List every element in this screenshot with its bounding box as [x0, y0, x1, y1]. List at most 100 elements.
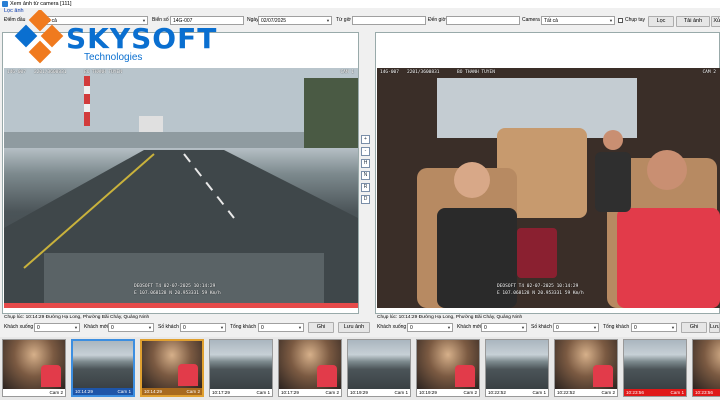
thumbnail-road-image — [73, 341, 133, 388]
thumbnail-cam: Cam 2 — [186, 389, 200, 394]
thumbnail-passenger — [41, 365, 61, 387]
thumbnail-time: 10:17:29 — [212, 390, 230, 395]
left-camera-image[interactable]: 14G-007 2201/3600831 BO THANH TUYEN CAM … — [4, 68, 358, 308]
thumbnail-time: 10:19:29 — [350, 390, 368, 395]
new-passengers-label: Khách mới — [84, 324, 109, 330]
thumbnail-interior-image — [417, 340, 479, 389]
thumbnail-strip: Cam 2 10:14:29 Cam 1 10:14:29 Cam 2 10:17:29 C… — [0, 337, 720, 400]
thumbnail-item[interactable]: 10:19:29 Cam 1 — [347, 339, 411, 397]
save-image-button[interactable]: Lưu ảnh — [338, 322, 370, 333]
side-button-n[interactable]: N — [361, 171, 370, 180]
thumbnail-item[interactable]: Cam 2 — [2, 339, 66, 397]
total-passengers-select[interactable]: 0 — [631, 323, 677, 332]
osd-cam: CAM 1 — [340, 70, 354, 75]
save-count-button[interactable]: Ghi — [681, 322, 707, 333]
thumbnail-item[interactable]: 10:17:29 Cam 2 — [278, 339, 342, 397]
total-passengers-label: Tổng khách — [603, 324, 630, 330]
thumbnail-cam: Cam 1 — [256, 390, 270, 395]
thumbnail-caption: 10:17:29 Cam 2 — [279, 389, 341, 396]
alarm-band — [4, 303, 358, 308]
side-button-h[interactable]: H — [361, 159, 370, 168]
thumbnail-time: 10:22:52 — [557, 390, 575, 395]
right-camera-image[interactable]: 14G-007 2201/3600831 BO THANH TUYEN CAM … — [377, 68, 720, 308]
thumbnail-time: 10:19:29 — [419, 390, 437, 395]
new-passengers-select[interactable]: 0 — [108, 323, 154, 332]
thumbnail-time: 10:14:29 — [144, 389, 162, 394]
thumbnail-item[interactable]: 10:23:56Cam 2 — [692, 339, 720, 397]
total-passengers-label: Tổng khách — [230, 324, 257, 330]
thumbnail-cam: Cam 1 — [670, 390, 684, 395]
manual-capture-checkbox[interactable] — [618, 18, 623, 23]
thumbnail-caption: 10:19:29 Cam 1 — [348, 389, 410, 396]
osd-id: 2201/3600831 — [34, 70, 67, 75]
osd-id: 2201/3600831 — [407, 70, 440, 75]
right-caption: Chụp lúc: 10:14:29 Đường Hạ Long, Phường… — [377, 315, 523, 320]
passenger-count-label: Số khách — [158, 324, 179, 330]
passengers-off-label: Khách xuống — [377, 324, 407, 330]
thumbnail-time: 10:14:29 — [75, 389, 93, 394]
logo-name: SKYSOFT — [66, 22, 218, 55]
thumbnail-interior-image — [142, 341, 202, 388]
to-time-input[interactable] — [446, 16, 520, 25]
passenger-count-label: Số khách — [531, 324, 552, 330]
date-label: Ngày — [247, 17, 259, 23]
thumbnail-caption: 10:22:52 Cam 1 — [486, 389, 548, 396]
osd-plate: 14G-007 — [380, 70, 399, 75]
thumbnail-caption: 10:14:29 Cam 1 — [73, 388, 133, 395]
thumbnail-item[interactable]: 10:22:52 Cam 2 — [554, 339, 618, 397]
thumbnail-caption: 10:17:29 Cam 1 — [210, 389, 272, 396]
thumbnail-item[interactable]: 10:19:29 Cam 2 — [416, 339, 480, 397]
thumbnail-caption: 10:14:29 Cam 2 — [142, 388, 202, 395]
left-caption: Chụp lúc: 10:14:29 Đường Hạ Long, Phường… — [4, 315, 150, 320]
filter-button[interactable]: Lọc — [648, 16, 674, 27]
passenger-count-select[interactable]: 0 — [553, 323, 599, 332]
thumbnail-item[interactable]: 10:17:29 Cam 1 — [209, 339, 273, 397]
thumbnail-item[interactable]: 10:14:29 Cam 1 — [71, 339, 135, 397]
osd-timestamp: DEOSOFT T4 02-07-2025 10:14:29 — [497, 284, 579, 289]
side-button-d[interactable]: D — [361, 195, 370, 204]
camera-select[interactable]: Tất cả — [541, 16, 615, 25]
thumbnail-cam: Cam 2 — [601, 390, 615, 395]
thumbnail-item[interactable]: 10:22:52 Cam 1 — [485, 339, 549, 397]
to-time-label: Đến giờ — [428, 17, 446, 23]
osd-plate: 14G-007 — [7, 70, 26, 75]
thumbnail-caption: 10:23:56 Cam 1 — [624, 389, 686, 396]
from-time-input[interactable] — [352, 16, 426, 25]
thumbnail-cam: Cam 2 — [49, 390, 63, 395]
interior-scene — [377, 68, 720, 308]
thumbnail-cam: Cam 2 — [463, 390, 477, 395]
zoom-out-button[interactable]: - — [361, 147, 370, 156]
total-passengers-select[interactable]: 0 — [258, 323, 304, 332]
thumbnail-time: 10:23:56 — [626, 390, 644, 395]
thumbnail-interior-image — [555, 340, 617, 389]
osd-gps: E 107.068128 N 20.953331 59 Km/h — [497, 291, 584, 296]
zoom-in-button[interactable]: + — [361, 135, 370, 144]
passengers-off-select[interactable]: 0 — [407, 323, 453, 332]
camera-viewer-window: Xem ảnh từ camera [111] Lọc ảnh Điểm đầu… — [0, 0, 720, 400]
from-time-label: Từ giờ — [336, 17, 351, 23]
passengers-off-select[interactable]: 0 — [34, 323, 80, 332]
osd-cam: CAM 2 — [702, 70, 716, 75]
thumbnail-time: 10:17:29 — [281, 390, 299, 395]
thumbnail-cam: Cam 1 — [532, 390, 546, 395]
thumbnail-passenger — [317, 365, 337, 387]
thumbnail-time: 10:22:52 — [488, 390, 506, 395]
new-passengers-label: Khách mới — [457, 324, 482, 330]
load-images-button[interactable]: Tải ảnh — [676, 16, 710, 27]
thumbnail-item[interactable]: 10:23:56 Cam 1 — [623, 339, 687, 397]
extra-button[interactable]: Xử — [711, 16, 720, 27]
save-image-button[interactable]: Lưu ảnh — [709, 322, 720, 333]
save-count-button[interactable]: Ghi — [308, 322, 334, 333]
date-picker[interactable]: 02/07/2025 — [258, 16, 332, 25]
new-passengers-select[interactable]: 0 — [481, 323, 527, 332]
right-count-row: Khách xuống 0 Khách mới 0 Số khách 0 Tổn… — [375, 322, 720, 333]
camera-label: Camera — [522, 17, 540, 23]
passenger-count-select[interactable]: 0 — [180, 323, 226, 332]
app-icon — [2, 1, 8, 7]
thumbnail-road-image — [624, 340, 686, 389]
side-button-r[interactable]: R — [361, 183, 370, 192]
osd-gps: E 107.068128 N 20.953331 59 Km/h — [134, 291, 221, 296]
logo-mark — [14, 10, 64, 64]
thumbnail-interior-image — [279, 340, 341, 389]
thumbnail-item[interactable]: 10:14:29 Cam 2 — [140, 339, 204, 397]
